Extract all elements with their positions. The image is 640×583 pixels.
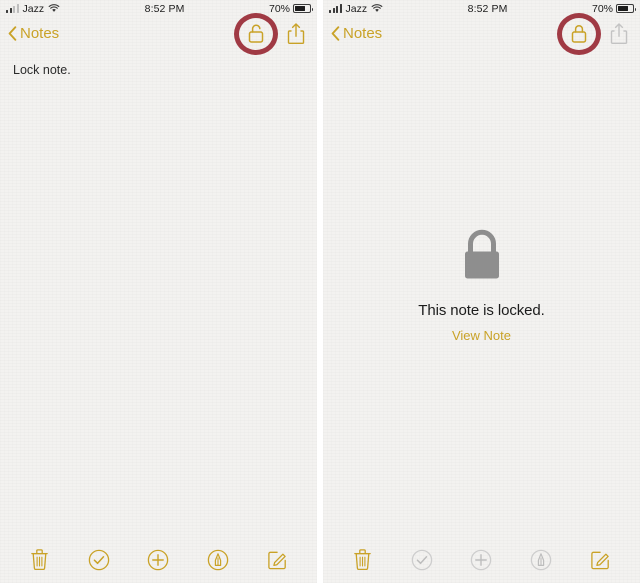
checklist-button-disabled: [407, 546, 437, 574]
share-button[interactable]: [283, 20, 309, 48]
share-icon: [287, 23, 305, 44]
signal-bars-icon: [329, 4, 342, 13]
locked-note-placeholder: This note is locked. View Note: [323, 50, 640, 540]
add-button-disabled: [466, 546, 496, 574]
chevron-left-icon: [331, 26, 340, 41]
wifi-icon: [371, 4, 383, 12]
unlock-note-button[interactable]: [557, 12, 601, 55]
trash-icon: [31, 549, 48, 570]
trash-icon: [354, 549, 371, 570]
status-bar-time: 8:52 PM: [467, 2, 508, 15]
checklist-button[interactable]: [84, 546, 114, 574]
bottom-toolbar: [0, 540, 317, 583]
delete-button[interactable]: [25, 546, 55, 574]
chevron-left-icon: [8, 26, 17, 41]
carrier-label: Jazz: [22, 2, 45, 15]
check-circle-icon: [88, 549, 110, 570]
status-bar-time: 8:52 PM: [144, 2, 185, 15]
note-body-text[interactable]: Lock note.: [0, 50, 317, 540]
check-circle-icon: [411, 549, 433, 570]
battery-percent-label: 70%: [591, 2, 613, 15]
nav-actions: [234, 12, 309, 55]
compose-button[interactable]: [262, 546, 292, 574]
add-button[interactable]: [143, 546, 173, 574]
back-to-notes-button[interactable]: Notes: [8, 25, 59, 42]
lock-note-button[interactable]: [234, 12, 278, 55]
phone-screen-unlocked-note: Jazz 8:52 PM 70% Notes Lock note.: [0, 0, 317, 583]
status-bar-left: Jazz: [6, 3, 60, 15]
signal-bars-icon: [6, 4, 19, 13]
compose-icon: [268, 551, 286, 570]
battery-icon: [616, 4, 636, 13]
markup-button[interactable]: [203, 546, 233, 574]
large-locked-padlock-icon: [464, 229, 499, 279]
markup-button-disabled: [526, 546, 556, 574]
markup-pen-circle-icon: [530, 549, 552, 570]
plus-circle-icon: [148, 549, 169, 570]
status-bar: Jazz 8:52 PM 70%: [0, 0, 317, 17]
nav-actions: [557, 12, 632, 55]
share-button-disabled: [606, 20, 632, 48]
navigation-bar: Notes: [323, 12, 640, 55]
compose-icon: [591, 551, 609, 570]
carrier-label: Jazz: [345, 2, 368, 15]
back-button-label: Notes: [343, 25, 383, 42]
status-bar-right: 70%: [268, 2, 313, 15]
status-bar: Jazz 8:52 PM 70%: [323, 0, 640, 17]
locked-message: This note is locked.: [418, 302, 545, 319]
unlocked-padlock-icon: [248, 24, 264, 43]
navigation-bar: Notes: [0, 12, 317, 55]
markup-pen-circle-icon: [207, 549, 229, 570]
status-bar-left: Jazz: [329, 3, 383, 15]
back-to-notes-button[interactable]: Notes: [331, 25, 382, 42]
status-bar-right: 70%: [591, 2, 636, 15]
plus-circle-icon: [471, 549, 492, 570]
phone-screen-locked-note: Jazz 8:52 PM 70% Notes This note is lock…: [323, 0, 640, 583]
dual-screenshot-comparison: Jazz 8:52 PM 70% Notes Lock note. Jazz 8…: [0, 0, 640, 583]
battery-percent-label: 70%: [268, 2, 290, 15]
back-button-label: Notes: [20, 25, 60, 42]
share-icon: [610, 23, 628, 44]
compose-button[interactable]: [585, 546, 615, 574]
locked-padlock-icon: [571, 24, 587, 43]
battery-icon: [293, 4, 313, 13]
wifi-icon: [48, 4, 60, 12]
bottom-toolbar: [323, 540, 640, 583]
delete-button[interactable]: [348, 546, 378, 574]
view-note-link[interactable]: View Note: [452, 328, 511, 343]
